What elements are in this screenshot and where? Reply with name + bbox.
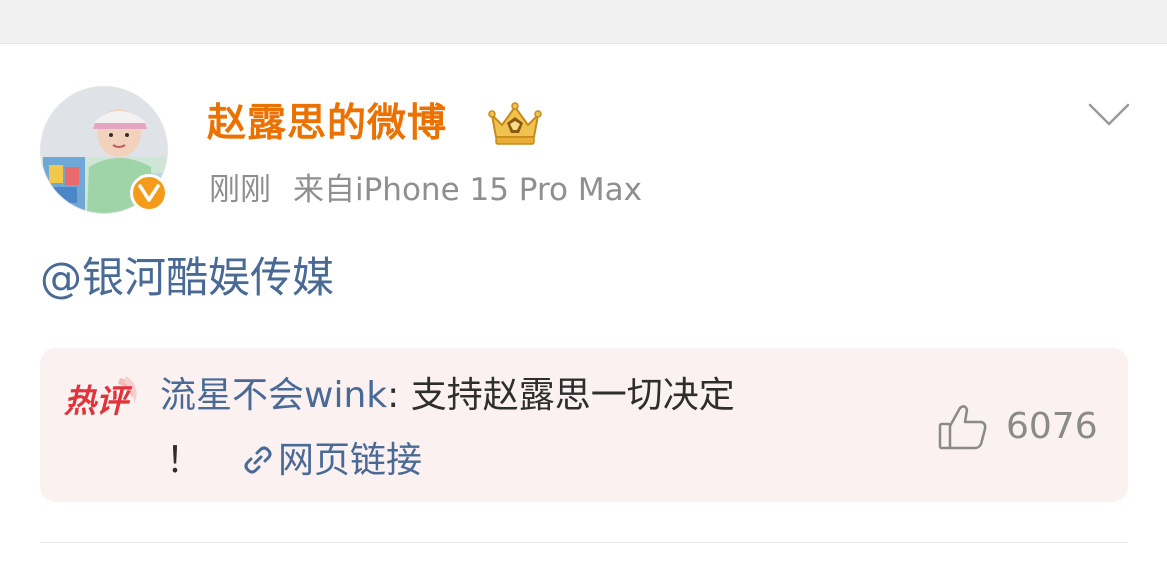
hot-badge-text: 热评 [63, 382, 133, 420]
crown-member-icon[interactable] [486, 101, 544, 147]
hot-comment-card[interactable]: 热评 流星不会wink: 支持赵露思一切决定 ！ 网页链接 6076 [40, 348, 1128, 502]
hot-comment-separator: : [387, 375, 411, 416]
hot-comment-line1: 流星不会wink: 支持赵露思一切决定 [160, 370, 735, 422]
username[interactable]: 赵露思的微博 [207, 98, 447, 150]
bottom-divider [40, 542, 1128, 543]
web-link-label: 网页链接 [278, 440, 423, 481]
hot-comment-author[interactable]: 流星不会wink [160, 375, 387, 416]
link-icon [242, 440, 274, 474]
verified-v-icon [130, 174, 168, 212]
web-link[interactable]: 网页链接 [242, 440, 422, 481]
post-time: 刚刚 [209, 172, 271, 208]
post-content-mention[interactable]: @银河酷娱传媒 [40, 250, 334, 306]
hot-comment-text-end: ！ [166, 440, 203, 481]
hot-comment-badge: 热评 [62, 376, 142, 420]
post-meta: 刚刚 来自iPhone 15 Pro Max [209, 168, 642, 212]
top-divider [0, 43, 1167, 44]
top-bar [0, 0, 1167, 44]
thumbs-up-icon [938, 404, 988, 450]
post-source: 来自iPhone 15 Pro Max [293, 172, 642, 208]
avatar[interactable] [40, 86, 168, 214]
hot-comment-line2: ！ 网页链接 [166, 436, 422, 486]
like-count: 6076 [1006, 406, 1098, 447]
hot-comment-text: 支持赵露思一切决定 [410, 375, 735, 416]
chevron-down-icon[interactable] [1088, 102, 1130, 128]
